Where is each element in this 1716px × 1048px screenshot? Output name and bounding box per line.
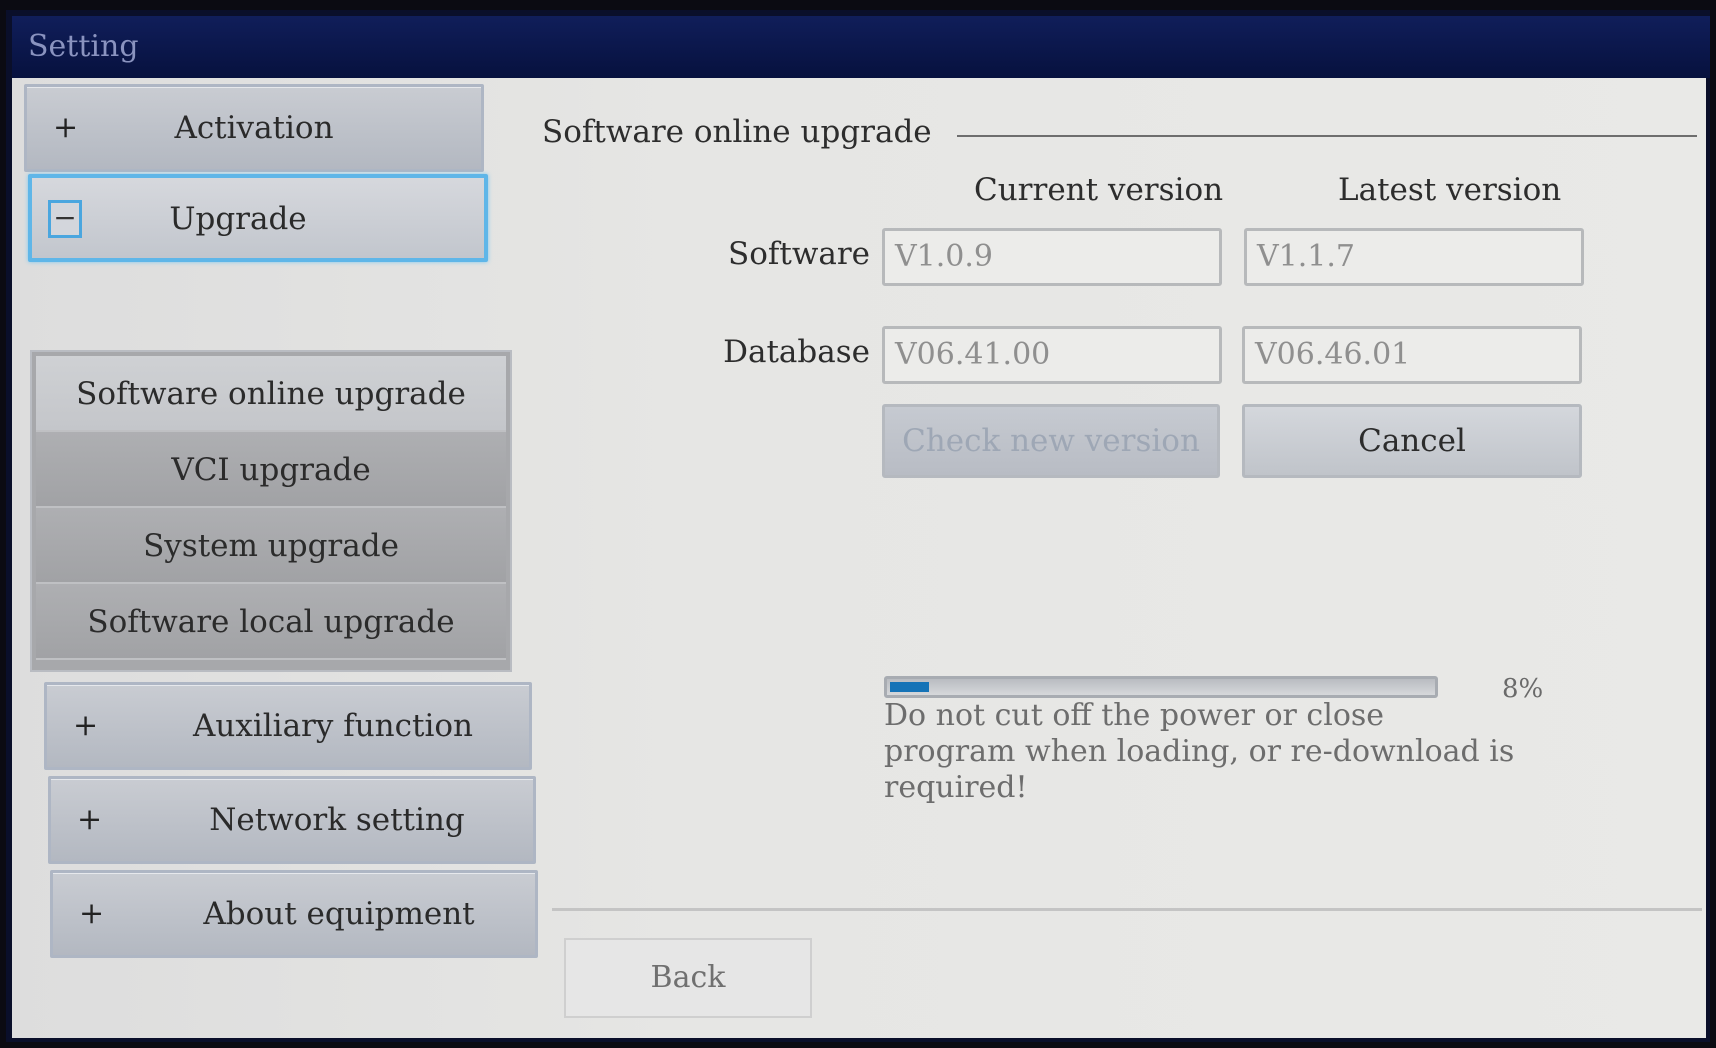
column-header-current-version: Current version: [974, 172, 1224, 208]
nav-item-activation[interactable]: + Activation: [24, 84, 484, 172]
device-screen: Setting + Activation − Upgrade Software …: [6, 10, 1710, 1042]
section-divider: [957, 135, 1697, 137]
upgrade-submenu: Software online upgrade VCI upgrade Syst…: [30, 350, 512, 672]
bottom-divider: [552, 908, 1702, 911]
section-title: Software online upgrade: [542, 114, 932, 150]
nav-item-about-equipment[interactable]: + About equipment: [50, 870, 538, 958]
nav-item-label: Network setting: [209, 802, 465, 838]
nav-item-label: Auxiliary function: [192, 708, 473, 744]
nav-item-network-setting[interactable]: + Network setting: [48, 776, 536, 864]
nav-item-label: Upgrade: [169, 201, 307, 237]
submenu-item-software-online-upgrade[interactable]: Software online upgrade: [36, 356, 506, 432]
row-label-software: Software: [727, 236, 870, 272]
expand-plus-icon: +: [79, 896, 105, 931]
expand-plus-icon: +: [73, 708, 99, 743]
software-latest-version-field: V1.1.7: [1244, 228, 1584, 286]
nav-item-label: Activation: [174, 110, 334, 146]
column-header-latest-version: Latest version: [1338, 172, 1562, 208]
setting-window-body: + Activation − Upgrade Software online u…: [12, 78, 1706, 1038]
submenu-item-system-upgrade[interactable]: System upgrade: [36, 508, 506, 584]
download-progress-bar: [884, 676, 1438, 698]
submenu-item-software-local-upgrade[interactable]: Software local upgrade: [36, 584, 506, 660]
submenu-item-vci-upgrade[interactable]: VCI upgrade: [36, 432, 506, 508]
progress-fill: [890, 682, 929, 692]
nav-item-label: About equipment: [203, 896, 475, 932]
nav-item-auxiliary-function[interactable]: + Auxiliary function: [44, 682, 532, 770]
database-latest-version-field: V06.46.01: [1242, 326, 1582, 384]
cancel-button[interactable]: Cancel: [1242, 404, 1582, 478]
row-label-database: Database: [723, 334, 870, 370]
window-title: Setting: [12, 16, 1710, 78]
nav-item-upgrade[interactable]: − Upgrade: [28, 174, 488, 262]
expand-plus-icon: +: [77, 802, 103, 837]
back-button[interactable]: Back: [564, 938, 812, 1018]
check-new-version-button[interactable]: Check new version: [882, 404, 1220, 478]
power-warning-text: Do not cut off the power or close progra…: [884, 698, 1515, 805]
database-current-version-field: V06.41.00: [882, 326, 1222, 384]
software-current-version-field: V1.0.9: [882, 228, 1222, 286]
